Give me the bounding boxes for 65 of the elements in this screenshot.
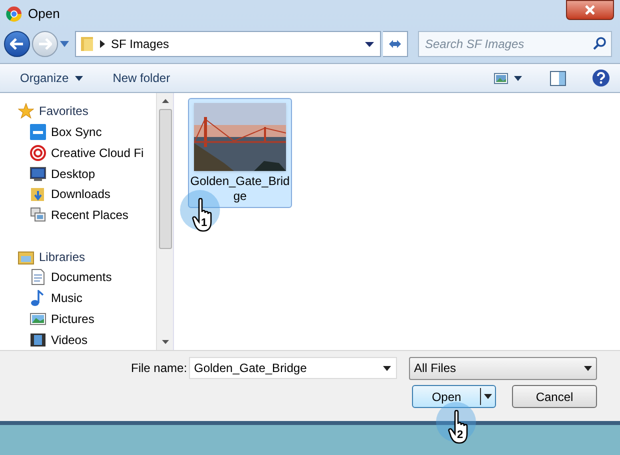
sidebar-item[interactable]: Pictures xyxy=(30,310,94,328)
scrollbar[interactable] xyxy=(156,93,173,350)
preview-pane-button[interactable] xyxy=(550,70,566,86)
step-number: 1 xyxy=(201,218,208,229)
organize-button[interactable]: Organize xyxy=(20,69,83,87)
help-icon xyxy=(592,69,610,87)
sidebar-item[interactable]: Documents xyxy=(30,268,112,286)
search-icon xyxy=(593,37,606,50)
refresh-button[interactable] xyxy=(383,31,408,57)
refresh-icon xyxy=(388,38,402,50)
sidebar-group[interactable]: Libraries xyxy=(18,248,86,266)
dropdown-icon xyxy=(383,366,391,371)
file-name: Golden_Gate_Brid ge xyxy=(190,174,290,204)
sidebar-item[interactable]: Downloads xyxy=(30,185,110,204)
music-note-icon xyxy=(30,290,46,306)
sidebar-item[interactable]: Desktop xyxy=(30,164,96,183)
view-button[interactable] xyxy=(494,72,522,84)
forward-arrow-icon xyxy=(38,38,52,50)
breadcrumb-arrow-icon xyxy=(100,40,105,48)
dropdown-icon xyxy=(584,366,592,370)
library-folder-icon xyxy=(18,248,34,265)
caret-icon xyxy=(484,394,492,399)
film-icon xyxy=(30,332,46,348)
close-icon xyxy=(585,5,595,15)
sidebar-group[interactable]: Favorites xyxy=(18,102,88,120)
sidebar-item[interactable]: Box Sync xyxy=(30,123,102,142)
monitor-icon xyxy=(30,166,46,182)
back-arrow-icon xyxy=(10,38,24,50)
caret-icon xyxy=(514,76,522,80)
sidebar-item[interactable]: Music xyxy=(30,289,82,308)
star-icon xyxy=(18,103,34,120)
scroll-thumb[interactable] xyxy=(158,109,172,249)
sidebar-item[interactable]: Recent Places xyxy=(30,206,128,224)
file-type-dropdown[interactable]: All Files xyxy=(409,356,597,380)
close-button[interactable] xyxy=(566,0,614,20)
file-item[interactable]: Golden_Gate_Brid ge xyxy=(188,98,292,208)
back-button[interactable] xyxy=(4,31,30,57)
search-field[interactable]: Search SF Images xyxy=(418,31,612,57)
document-icon xyxy=(30,269,46,286)
picture-icon xyxy=(30,310,46,327)
folder-download-icon xyxy=(30,186,46,202)
window-title: Open xyxy=(28,5,60,24)
address-folder: SF Images xyxy=(111,36,170,53)
scroll-up-icon[interactable] xyxy=(162,99,168,103)
cancel-button[interactable]: Cancel xyxy=(512,385,597,408)
browser-icon xyxy=(6,6,22,22)
folder-icon xyxy=(80,36,94,52)
address-dropdown-icon[interactable] xyxy=(365,42,374,46)
file-name-field[interactable]: Golden_Gate_Bridge xyxy=(189,357,397,379)
cloud-logo-icon xyxy=(30,144,46,161)
sidebar-item[interactable]: Creative Cloud Fi xyxy=(30,144,144,162)
address-bar[interactable]: SF Images xyxy=(75,31,381,57)
recent-places-icon xyxy=(30,207,46,224)
box-icon xyxy=(30,124,46,140)
sidebar-item[interactable]: Videos xyxy=(30,330,88,349)
view-icon xyxy=(494,72,508,84)
new-folder-button[interactable]: New folder xyxy=(112,69,170,87)
step-number: 2 xyxy=(457,430,464,441)
open-button[interactable]: Open xyxy=(412,385,496,408)
scroll-down-icon[interactable] xyxy=(162,340,168,344)
history-caret-icon[interactable] xyxy=(60,41,69,47)
preview-pane-icon xyxy=(550,70,566,86)
file-name-label: File name: xyxy=(131,360,188,377)
caret-icon xyxy=(74,76,83,80)
help-button[interactable] xyxy=(592,69,610,87)
